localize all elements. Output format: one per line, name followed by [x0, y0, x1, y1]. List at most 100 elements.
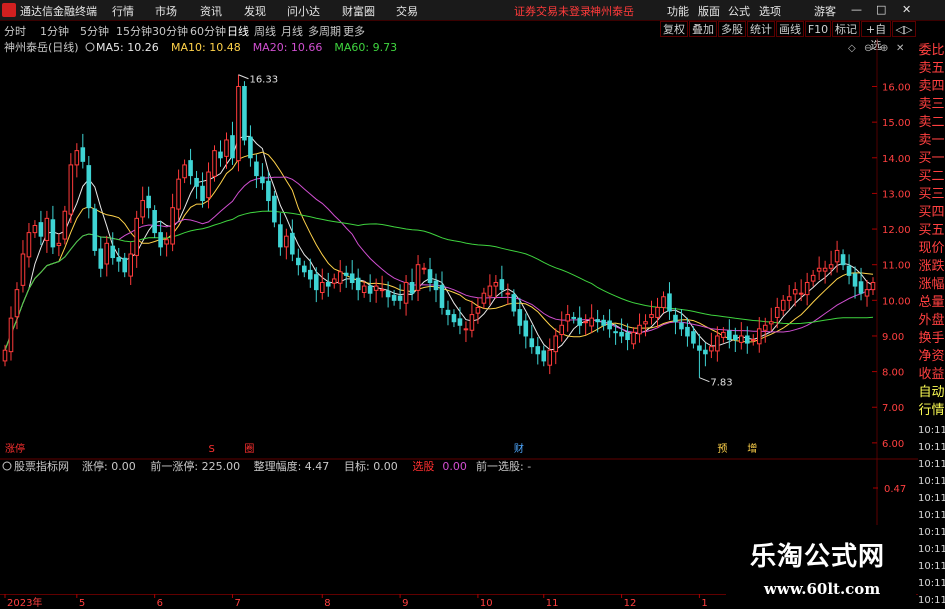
candle[interactable]	[260, 163, 265, 190]
candle[interactable]	[499, 265, 505, 297]
candle[interactable]	[224, 132, 229, 169]
candle[interactable]	[92, 203, 98, 256]
candle[interactable]	[302, 260, 307, 278]
candle[interactable]	[643, 314, 648, 337]
candle[interactable]	[840, 249, 846, 271]
candle[interactable]	[439, 271, 445, 315]
candle[interactable]	[661, 291, 666, 313]
sidebar-item[interactable]: 卖四	[918, 78, 945, 95]
sidebar-item[interactable]: 行情	[918, 402, 945, 419]
candle[interactable]	[86, 156, 92, 219]
candle[interactable]	[786, 285, 792, 310]
candle[interactable]	[727, 319, 732, 349]
menu-gongshi[interactable]: 公式	[728, 3, 750, 19]
candle[interactable]	[254, 154, 259, 189]
candle[interactable]	[319, 268, 325, 300]
sidebar-item[interactable]: 涨跌	[918, 258, 945, 275]
candle[interactable]	[56, 233, 62, 257]
candle[interactable]	[242, 81, 247, 146]
candle[interactable]	[457, 307, 463, 335]
candle[interactable]	[373, 278, 379, 303]
candle[interactable]	[756, 317, 762, 353]
menu-jiaoyi[interactable]: 交易	[396, 3, 418, 19]
candle[interactable]	[553, 328, 559, 365]
candle[interactable]	[349, 260, 355, 290]
candle[interactable]	[804, 272, 810, 306]
draw-line-button[interactable]: 画线	[776, 21, 804, 37]
diamond-icon[interactable]: ◇	[848, 43, 856, 54]
candle[interactable]	[248, 125, 253, 167]
candle[interactable]	[367, 274, 373, 303]
event-marker[interactable]: 财	[514, 442, 524, 455]
candle[interactable]	[379, 275, 385, 298]
tab-1min[interactable]: 1分钟	[40, 23, 69, 39]
candle[interactable]	[104, 235, 110, 277]
candle[interactable]	[403, 275, 409, 316]
ma-settings-icon[interactable]	[85, 42, 95, 52]
candle[interactable]	[792, 282, 798, 307]
candle[interactable]	[780, 294, 786, 316]
tab-30min[interactable]: 30分钟	[152, 23, 188, 39]
sidebar-item[interactable]: 买四	[918, 204, 945, 221]
sidebar-item[interactable]: 现价	[918, 240, 945, 257]
sidebar-item[interactable]: 自动	[918, 384, 945, 401]
candle[interactable]	[505, 283, 511, 305]
candle[interactable]	[182, 159, 187, 184]
tab-60min[interactable]: 60分钟	[190, 23, 226, 39]
candle[interactable]	[637, 313, 642, 343]
nav-arrows-button[interactable]: ◁▷	[892, 21, 916, 37]
mark-button[interactable]: 标记	[832, 21, 860, 37]
candle[interactable]	[733, 327, 738, 352]
candle[interactable]	[128, 242, 134, 286]
candle[interactable]	[673, 307, 678, 335]
candle[interactable]	[355, 268, 361, 301]
candle[interactable]	[212, 145, 217, 182]
candle[interactable]	[667, 282, 672, 320]
candle[interactable]	[146, 186, 151, 219]
event-marker[interactable]: 增	[747, 442, 757, 455]
candle[interactable]	[415, 255, 421, 302]
candle[interactable]	[152, 205, 157, 238]
candle[interactable]	[230, 121, 235, 165]
candle[interactable]	[583, 314, 588, 335]
close-chart-icon[interactable]: ✕	[896, 43, 904, 54]
candle[interactable]	[798, 279, 804, 302]
stats-button[interactable]: 统计	[747, 21, 775, 37]
candle[interactable]	[74, 143, 80, 178]
sidebar-item[interactable]: 涨幅	[918, 276, 945, 293]
candle[interactable]	[8, 306, 14, 361]
sidebar-item[interactable]: 卖二	[918, 114, 945, 131]
zoom-in-icon[interactable]: ⊕	[880, 43, 888, 54]
candle[interactable]	[116, 247, 122, 272]
candle[interactable]	[834, 240, 840, 273]
candle[interactable]	[134, 210, 139, 268]
tab-daily[interactable]: 日线	[227, 23, 249, 39]
candle[interactable]	[529, 324, 535, 354]
candle[interactable]	[451, 309, 457, 328]
candle[interactable]	[565, 304, 571, 332]
candle[interactable]	[325, 272, 331, 297]
maximize-icon[interactable]: □	[876, 3, 886, 16]
guest-label[interactable]: 游客	[814, 3, 836, 19]
candle[interactable]	[98, 237, 104, 278]
tab-15min[interactable]: 15分钟	[116, 23, 152, 39]
candle[interactable]	[433, 273, 439, 303]
candle[interactable]	[619, 318, 624, 344]
candle[interactable]	[607, 309, 612, 338]
menu-banmian[interactable]: 版面	[698, 3, 720, 19]
event-marker[interactable]: 预	[717, 443, 727, 455]
candle[interactable]	[331, 273, 337, 289]
candle[interactable]	[541, 345, 547, 367]
candle[interactable]	[284, 228, 289, 260]
menu-gongneng[interactable]: 功能	[667, 3, 689, 19]
menu-faxian[interactable]: 发现	[244, 3, 266, 19]
candle[interactable]	[278, 213, 283, 256]
candle[interactable]	[649, 300, 654, 325]
sidebar-item[interactable]: 买三	[918, 186, 945, 203]
candle[interactable]	[481, 287, 487, 309]
candle[interactable]	[463, 321, 469, 343]
candle[interactable]	[176, 169, 181, 220]
fuquan-button[interactable]: 复权	[660, 21, 688, 37]
candle[interactable]	[26, 222, 32, 268]
candle[interactable]	[703, 342, 708, 367]
